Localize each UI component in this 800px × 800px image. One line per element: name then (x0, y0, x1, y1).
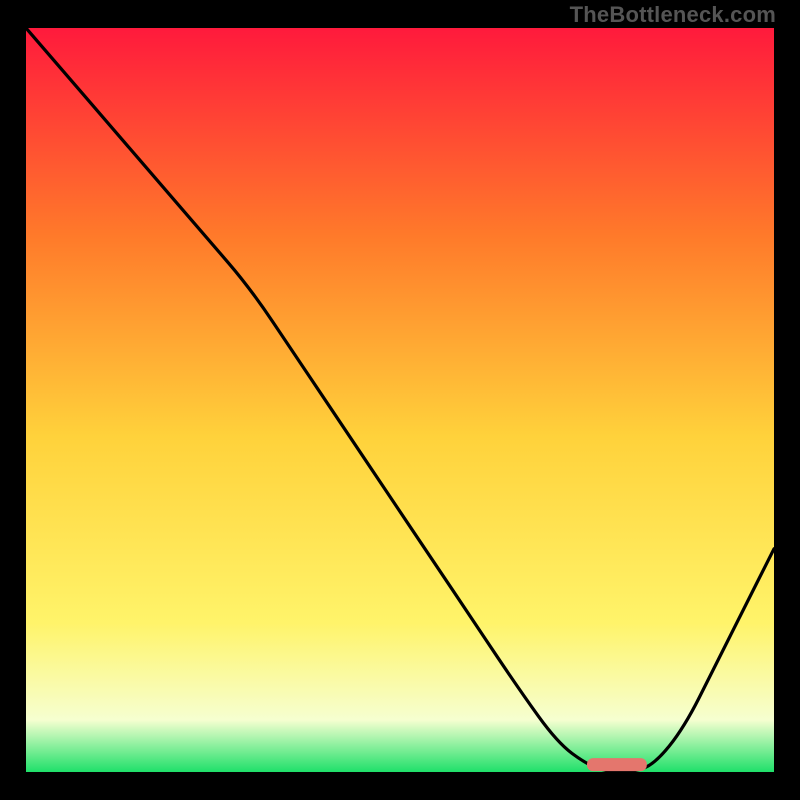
chart-page: TheBottleneck.com (0, 0, 800, 800)
chart-svg (26, 28, 774, 772)
gradient-background (26, 28, 774, 772)
optimal-marker (587, 758, 647, 771)
chart-area (26, 28, 774, 772)
watermark-text: TheBottleneck.com (570, 2, 776, 28)
